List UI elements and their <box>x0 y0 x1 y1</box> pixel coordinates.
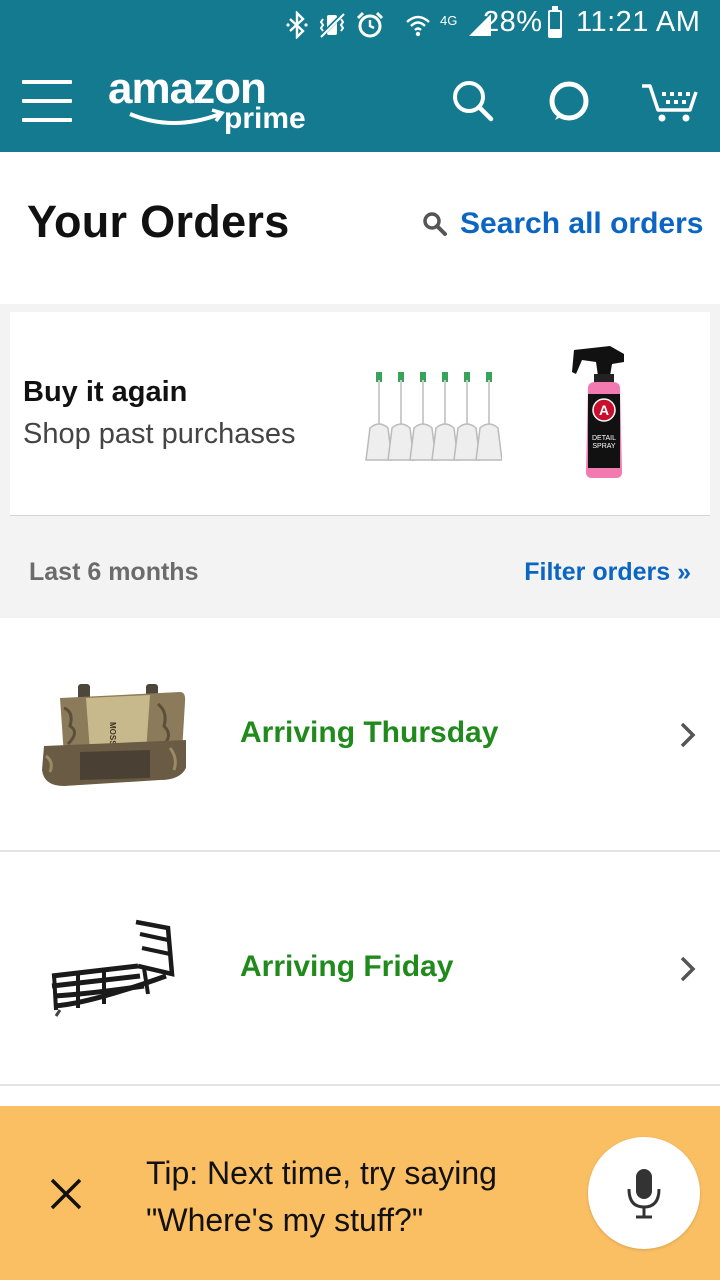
voice-search-button[interactable] <box>588 1137 700 1249</box>
filter-row: Last 6 months Filter orders » <box>0 518 720 618</box>
menu-icon <box>22 80 72 84</box>
status-bar: 4G 28% 11:21 AM <box>0 0 720 50</box>
buy-again-subtitle: Shop past purchases <box>23 418 296 450</box>
menu-icon-bar <box>22 99 72 103</box>
cart-button[interactable] <box>640 78 700 124</box>
camo-seat-cover-image: MOSSY OAK <box>42 684 186 786</box>
order-row[interactable]: MOSSY OAK Arriving Thursday <box>0 618 720 852</box>
vibrate-icon <box>318 11 346 39</box>
chevron-right-icon <box>680 722 696 748</box>
network-type: 4G <box>440 12 458 28</box>
detail-spray-image: A DETAIL SPRAY <box>572 346 624 478</box>
spray-label-line1: DETAIL <box>592 435 616 442</box>
order-status: Arriving Thursday <box>240 716 499 749</box>
wifi-icon <box>406 15 430 37</box>
logo-sub: prime <box>224 102 306 135</box>
close-icon <box>50 1178 82 1210</box>
smile-arrow-icon <box>129 108 225 125</box>
battery-level <box>550 29 560 36</box>
order-row[interactable]: Arriving Friday <box>0 852 720 1086</box>
voice-tip-banner: Tip: Next time, try saying "Where's my s… <box>0 1106 720 1280</box>
microphone-icon <box>627 1169 661 1219</box>
app-bar: amazon prime <box>0 50 720 152</box>
alexa-button[interactable] <box>546 78 592 124</box>
date-range-label: Last 6 months <box>29 558 199 586</box>
tip-text: Tip: Next time, try saying "Where's my s… <box>146 1150 566 1244</box>
spray-label-line2: SPRAY <box>592 443 616 450</box>
clock: 11:21 AM <box>576 6 701 38</box>
buy-again-title: Buy it again <box>23 376 188 408</box>
amazon-prime-logo[interactable]: amazon prime <box>108 64 308 138</box>
battery-percent: 28% <box>483 6 543 38</box>
spray-logo-letter: A <box>599 402 609 418</box>
toothbrush-heads-image <box>365 372 502 461</box>
buy-it-again-card[interactable]: Buy it again Shop past purchases A DETAI… <box>10 312 710 516</box>
search-all-orders-link[interactable]: Search all orders <box>422 204 703 244</box>
alarm-icon <box>356 11 384 38</box>
close-tip-button[interactable] <box>46 1174 86 1214</box>
battery-icon <box>548 6 562 38</box>
status-icons: 4G <box>286 10 493 40</box>
tip-line-2: "Where's my stuff?" <box>146 1202 424 1238</box>
alexa-icon <box>549 81 589 121</box>
search-button[interactable] <box>450 78 496 124</box>
cart-icon <box>642 84 698 122</box>
search-icon <box>453 81 494 122</box>
chevron-right-icon <box>680 956 696 982</box>
menu-button[interactable] <box>22 80 74 122</box>
search-all-orders-label: Search all orders <box>460 207 704 240</box>
truck-bed-extender-image <box>51 919 175 1017</box>
bluetooth-icon <box>286 11 308 39</box>
orders-header: Your Orders Search all orders <box>0 152 720 304</box>
filter-orders-link[interactable]: Filter orders » <box>524 558 691 587</box>
page-title: Your Orders <box>27 196 290 247</box>
order-status: Arriving Friday <box>240 950 454 983</box>
menu-icon-bar <box>22 118 72 122</box>
search-icon <box>423 212 447 236</box>
tip-line-1: Tip: Next time, try saying <box>146 1155 497 1191</box>
